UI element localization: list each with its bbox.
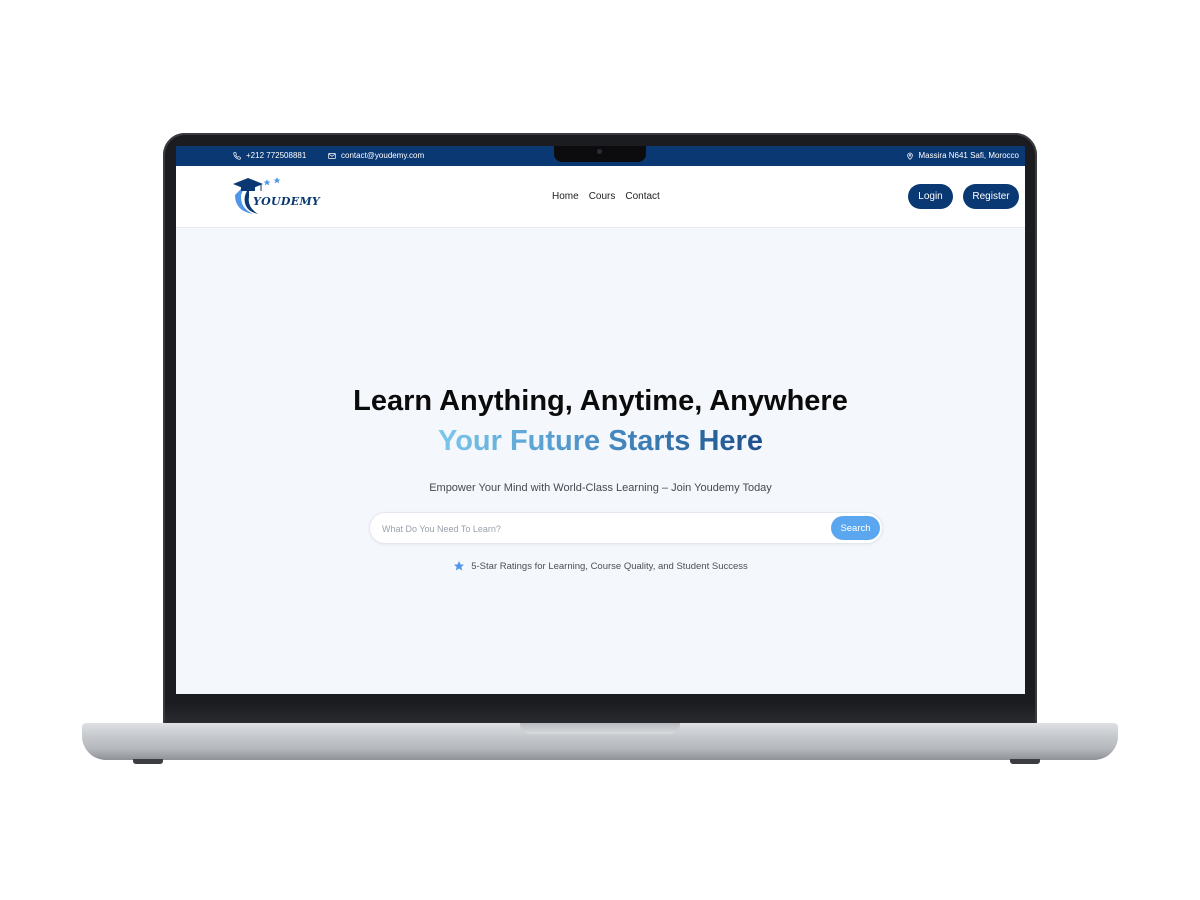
hero-subtitle: Your Future Starts Here bbox=[176, 423, 1025, 459]
laptop-base-notch bbox=[520, 723, 680, 734]
search-button[interactable]: Search bbox=[831, 516, 880, 540]
camera-notch bbox=[554, 146, 646, 162]
navbar: YOUDEMY Home Cours Contact Login Registe… bbox=[176, 166, 1025, 228]
rating-line: 5-Star Ratings for Learning, Course Qual… bbox=[176, 560, 1025, 572]
nav-link-cours[interactable]: Cours bbox=[589, 191, 616, 202]
brand-logo[interactable]: YOUDEMY bbox=[231, 175, 321, 217]
search-bar: Search bbox=[369, 512, 883, 544]
mail-icon bbox=[328, 152, 336, 159]
laptop-foot-right bbox=[1010, 759, 1040, 764]
phone-text: +212 772508881 bbox=[246, 151, 307, 160]
laptop-foot-left bbox=[133, 759, 163, 764]
login-button[interactable]: Login bbox=[908, 184, 953, 209]
register-button[interactable]: Register bbox=[963, 184, 1019, 209]
hero-subtitle-text: Your Future Starts Here bbox=[438, 425, 763, 457]
rating-text: 5-Star Ratings for Learning, Course Qual… bbox=[471, 560, 748, 572]
nav-link-home[interactable]: Home bbox=[552, 191, 579, 202]
hero-tagline: Empower Your Mind with World-Class Learn… bbox=[429, 482, 772, 494]
email-text: contact@youdemy.com bbox=[341, 151, 425, 160]
topbar-email[interactable]: contact@youdemy.com bbox=[328, 151, 424, 160]
address-text: Massira N641 Safi, Morocco bbox=[918, 151, 1019, 160]
topbar-address: Massira N641 Safi, Morocco bbox=[906, 151, 1019, 160]
phone-icon bbox=[233, 151, 241, 160]
search-input[interactable] bbox=[380, 520, 824, 538]
star-icon bbox=[454, 561, 465, 571]
nav-link-contact[interactable]: Contact bbox=[625, 191, 659, 202]
brand-name: YOUDEMY bbox=[253, 195, 321, 208]
hero-title: Learn Anything, Anytime, Anywhere bbox=[353, 385, 848, 417]
location-pin-icon bbox=[906, 152, 913, 160]
laptop-screen: +212 772508881 contact@youdemy.com Massi… bbox=[176, 146, 1025, 694]
camera-icon bbox=[597, 149, 602, 154]
main-nav: Home Cours Contact bbox=[552, 191, 660, 202]
topbar-phone[interactable]: +212 772508881 bbox=[233, 151, 306, 160]
laptop-chin bbox=[165, 701, 1035, 723]
